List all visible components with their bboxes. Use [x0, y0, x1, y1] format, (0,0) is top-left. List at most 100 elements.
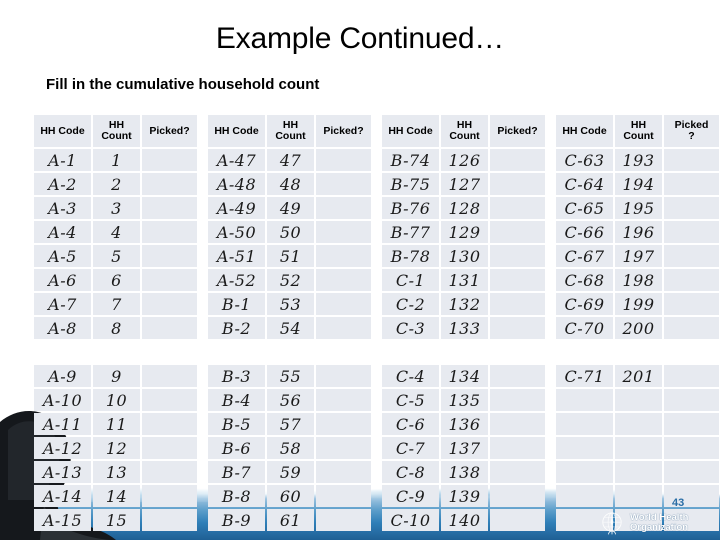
column-gap [199, 149, 206, 171]
table-row: A-11 11 B-5 57 C-6 136 [34, 413, 719, 435]
cell-picked[interactable] [142, 173, 197, 195]
cell-picked[interactable] [490, 221, 545, 243]
cell-hh-code: C-6 [382, 413, 439, 435]
cell-picked[interactable] [664, 365, 719, 387]
cell-picked[interactable] [316, 221, 371, 243]
cell-picked[interactable] [142, 221, 197, 243]
cell-hh-count: 6 [93, 269, 140, 291]
header-row: HH Code HH Count Picked? HH Code HH Coun… [34, 115, 719, 147]
cell-picked[interactable] [316, 413, 371, 435]
column-gap [373, 485, 380, 507]
cell-hh-code: A-3 [34, 197, 91, 219]
header-hh-count-line2: Count [623, 130, 654, 142]
cell-picked[interactable] [316, 245, 371, 267]
slide-title: Example Continued… [215, 22, 505, 55]
cell-picked[interactable] [490, 365, 545, 387]
cell-picked[interactable] [490, 245, 545, 267]
header-hh-count-line2: Count [449, 130, 480, 142]
cell-picked[interactable] [316, 389, 371, 411]
cell-picked[interactable] [142, 149, 197, 171]
cell-picked[interactable] [664, 173, 719, 195]
header-hh-count-line2: Count [101, 130, 132, 142]
cell-hh-code: B-78 [382, 245, 439, 267]
cell-hh-count: 61 [267, 509, 314, 531]
cell-picked[interactable] [664, 317, 719, 339]
column-gap [199, 221, 206, 243]
column-gap [373, 293, 380, 315]
separator-cell [316, 341, 371, 363]
cell-picked[interactable] [316, 173, 371, 195]
cell-picked[interactable] [490, 317, 545, 339]
cell-picked[interactable] [490, 509, 545, 531]
cell-picked[interactable] [316, 485, 371, 507]
header-gap-3 [547, 115, 554, 147]
cell-picked[interactable] [316, 149, 371, 171]
cell-picked[interactable] [664, 221, 719, 243]
cell-picked[interactable] [142, 485, 197, 507]
cell-picked[interactable] [664, 149, 719, 171]
cell-picked[interactable] [664, 461, 719, 483]
cell-picked[interactable] [316, 461, 371, 483]
cell-hh-count: 5 [93, 245, 140, 267]
cell-hh-count: 15 [93, 509, 140, 531]
cell-picked[interactable] [142, 437, 197, 459]
cell-picked[interactable] [490, 437, 545, 459]
cell-picked[interactable] [490, 197, 545, 219]
cell-picked[interactable] [664, 413, 719, 435]
cell-hh-code: A-2 [34, 173, 91, 195]
cell-picked[interactable] [664, 197, 719, 219]
cell-picked[interactable] [316, 293, 371, 315]
cell-picked[interactable] [142, 269, 197, 291]
cell-picked[interactable] [316, 509, 371, 531]
cell-picked[interactable] [490, 413, 545, 435]
cell-picked[interactable] [490, 461, 545, 483]
cell-picked[interactable] [664, 269, 719, 291]
cell-hh-count: 199 [615, 293, 662, 315]
household-table: HH Code HH Count Picked? HH Code HH Coun… [32, 113, 720, 533]
cell-picked[interactable] [316, 197, 371, 219]
header-hh-count-line2: Count [275, 130, 306, 142]
cell-picked[interactable] [490, 269, 545, 291]
cell-hh-count: 197 [615, 245, 662, 267]
cell-picked[interactable] [490, 173, 545, 195]
cell-picked[interactable] [142, 413, 197, 435]
cell-picked[interactable] [316, 365, 371, 387]
cell-hh-code: A-49 [208, 197, 265, 219]
cell-picked[interactable] [142, 197, 197, 219]
column-gap [373, 197, 380, 219]
cell-picked[interactable] [664, 293, 719, 315]
cell-picked[interactable] [142, 461, 197, 483]
cell-picked[interactable] [316, 269, 371, 291]
column-gap [199, 245, 206, 267]
cell-picked[interactable] [490, 485, 545, 507]
cell-picked[interactable] [142, 509, 197, 531]
cell-hh-code: B-5 [208, 413, 265, 435]
column-gap [199, 461, 206, 483]
table-block-separator [34, 341, 719, 363]
cell-picked[interactable] [490, 149, 545, 171]
cell-picked[interactable] [142, 317, 197, 339]
cell-hh-code: C-5 [382, 389, 439, 411]
cell-hh-count: 58 [267, 437, 314, 459]
household-listing-grid: HH Code HH Count Picked? HH Code HH Coun… [32, 113, 719, 533]
cell-picked[interactable] [490, 293, 545, 315]
cell-picked[interactable] [664, 245, 719, 267]
cell-picked[interactable] [142, 293, 197, 315]
table-row: A-5 5 A-51 51 B-78 130 C-67 197 [34, 245, 719, 267]
cell-hh-code: B-75 [382, 173, 439, 195]
header-picked-1: Picked? [142, 115, 197, 147]
separator-cell [664, 341, 719, 363]
cell-hh-count: 198 [615, 269, 662, 291]
cell-picked[interactable] [142, 245, 197, 267]
cell-picked[interactable] [142, 389, 197, 411]
cell-picked[interactable] [142, 365, 197, 387]
cell-picked[interactable] [490, 389, 545, 411]
cell-picked[interactable] [664, 437, 719, 459]
who-logo: World Health Organization [598, 508, 716, 538]
header-hh-code-2: HH Code [208, 115, 265, 147]
cell-picked[interactable] [316, 317, 371, 339]
cell-picked[interactable] [664, 389, 719, 411]
separator-cell [93, 341, 140, 363]
cell-picked[interactable] [316, 437, 371, 459]
column-gap [199, 389, 206, 411]
